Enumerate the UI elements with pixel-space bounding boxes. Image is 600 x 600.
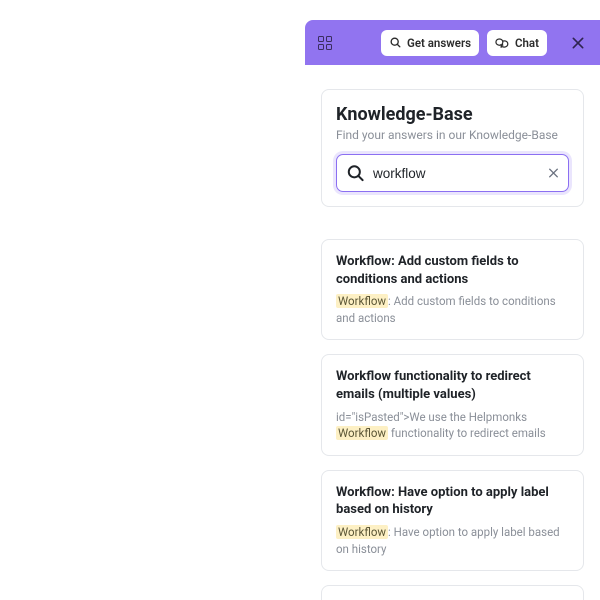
search-icon bbox=[389, 36, 402, 49]
result-title: Workflow functionality to redirect email… bbox=[336, 368, 569, 403]
panel-content: Knowledge-Base Find your answers in our … bbox=[305, 65, 600, 600]
kb-subtitle: Find your answers in our Knowledge-Base bbox=[336, 128, 569, 142]
get-answers-button[interactable]: Get answers bbox=[381, 30, 479, 56]
search-field-wrap[interactable] bbox=[336, 154, 569, 192]
result-snippet: Workflow: Have option to apply label bas… bbox=[336, 524, 569, 557]
result-title: Workflow: Have option to apply label bas… bbox=[336, 484, 569, 519]
get-answers-label: Get answers bbox=[407, 36, 471, 50]
clear-search-icon[interactable] bbox=[547, 167, 560, 180]
search-input[interactable] bbox=[373, 166, 538, 181]
chat-label: Chat bbox=[515, 36, 539, 50]
results-list: Workflow: Add custom fields to condition… bbox=[321, 239, 584, 600]
search-icon bbox=[346, 164, 365, 183]
kb-title: Knowledge-Base bbox=[336, 104, 569, 125]
highlight: Workflow bbox=[336, 294, 388, 308]
highlight: Workflow bbox=[336, 525, 388, 539]
close-icon bbox=[570, 35, 586, 51]
result-item[interactable]: Workflow: Add custom fields to condition… bbox=[321, 239, 584, 340]
result-snippet: id="isPasted">We use the Helpmonks Workf… bbox=[336, 409, 569, 442]
result-item[interactable]: Workflow: Have option to apply label bas… bbox=[321, 470, 584, 571]
chat-icon bbox=[495, 36, 510, 50]
apps-grid-icon[interactable] bbox=[315, 33, 335, 53]
result-item[interactable]: Workflow: User's email assignmentWorkflo… bbox=[321, 585, 584, 600]
result-title: Workflow: Add custom fields to condition… bbox=[336, 253, 569, 288]
result-snippet: Workflow: Add custom fields to condition… bbox=[336, 293, 569, 326]
result-item[interactable]: Workflow functionality to redirect email… bbox=[321, 354, 584, 455]
kb-card: Knowledge-Base Find your answers in our … bbox=[321, 89, 584, 207]
help-panel: Get answers Chat Knowledge-Base Find you… bbox=[305, 20, 600, 600]
close-button[interactable] bbox=[566, 31, 590, 55]
panel-header: Get answers Chat bbox=[305, 20, 600, 65]
chat-button[interactable]: Chat bbox=[487, 30, 547, 56]
highlight: Workflow bbox=[336, 426, 388, 440]
